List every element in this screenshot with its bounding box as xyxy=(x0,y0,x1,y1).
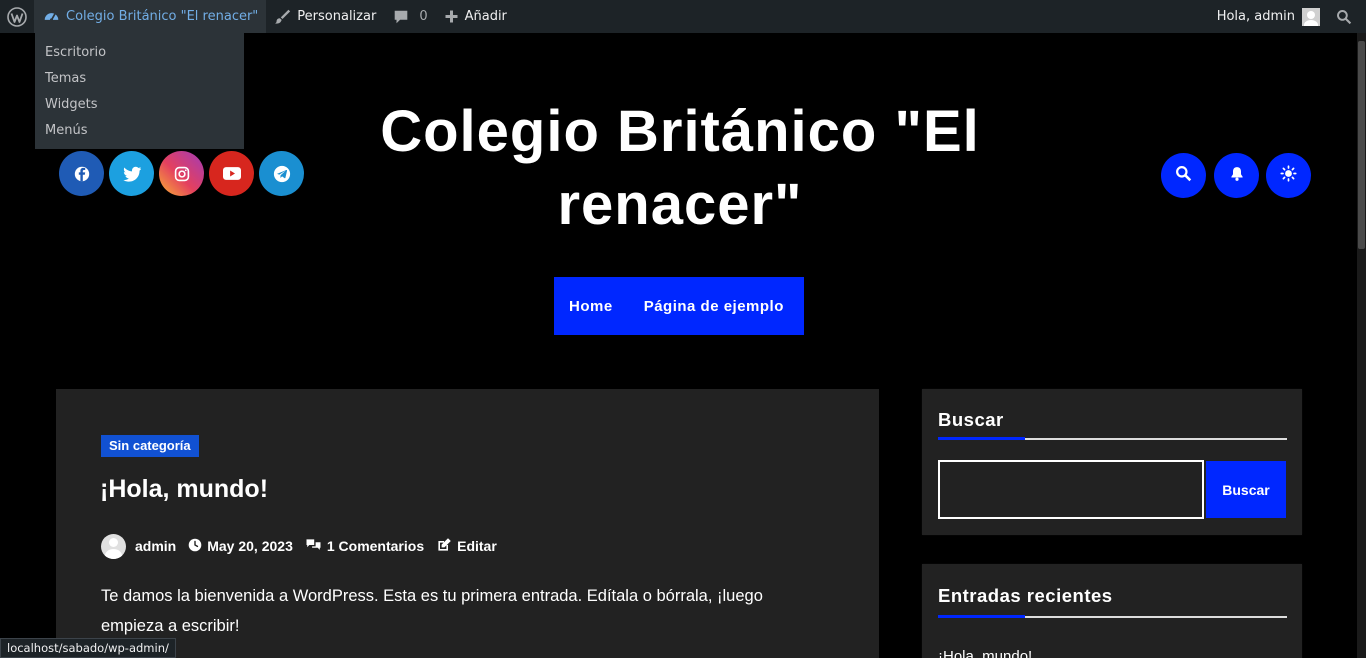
bell-icon xyxy=(1229,165,1245,186)
post-title[interactable]: ¡Hola, mundo! xyxy=(100,475,268,504)
theme-toggle-button[interactable] xyxy=(1266,153,1311,198)
clock-icon xyxy=(188,538,207,555)
telegram-icon xyxy=(273,165,291,183)
search-icon xyxy=(1175,165,1192,186)
telegram-button[interactable] xyxy=(259,151,304,196)
notifications-button[interactable] xyxy=(1214,153,1259,198)
youtube-button[interactable] xyxy=(209,151,254,196)
menu-item-themes[interactable]: Temas xyxy=(35,66,244,92)
add-new-label: Añadir xyxy=(464,9,507,24)
post-date[interactable]: May 20, 2023 xyxy=(188,538,293,555)
wordpress-logo-icon[interactable] xyxy=(0,0,34,33)
search-widget-title: Buscar xyxy=(938,409,1004,430)
dashboard-icon xyxy=(43,8,60,25)
facebook-button[interactable] xyxy=(59,151,104,196)
page-scrollbar[interactable] xyxy=(1357,33,1366,658)
customize-link[interactable]: Personalizar xyxy=(266,0,384,33)
edit-icon xyxy=(436,537,457,556)
youtube-icon xyxy=(222,167,241,180)
site-title[interactable]: Colegio Británico "El renacer" xyxy=(330,95,1030,241)
post-date-label: May 20, 2023 xyxy=(207,538,293,554)
search-icon xyxy=(1336,9,1352,25)
status-url-bar: localhost/sabado/wp-admin/ xyxy=(0,638,176,658)
avatar xyxy=(1302,7,1320,26)
author-avatar[interactable] xyxy=(101,533,126,559)
admin-search-button[interactable] xyxy=(1330,0,1366,33)
search-button[interactable]: Buscar xyxy=(1206,461,1286,518)
nav-item-home[interactable]: Home xyxy=(569,298,613,315)
comments-count: 0 xyxy=(419,9,428,24)
widget-title-divider xyxy=(938,437,1287,440)
sun-icon xyxy=(1280,165,1297,186)
instagram-button[interactable] xyxy=(159,151,204,196)
add-new-link[interactable]: Añadir xyxy=(436,0,515,33)
post-card: Sin categoría ¡Hola, mundo! admin May 20… xyxy=(56,389,879,658)
search-widget: Buscar Buscar xyxy=(922,389,1302,535)
main-navigation: Home Página de ejemplo xyxy=(554,277,804,335)
menu-item-widgets[interactable]: Widgets xyxy=(35,92,244,118)
comments-link[interactable]: 1 Comentarios xyxy=(305,538,424,555)
my-account-menu[interactable]: Hola, admin xyxy=(1209,0,1330,33)
post-meta: admin May 20, 2023 1 Comentarios Editar xyxy=(101,533,497,559)
plus-icon xyxy=(444,9,459,24)
comments-link[interactable]: 0 xyxy=(384,0,435,33)
comments-icon xyxy=(305,538,327,555)
site-name-menu[interactable]: Colegio Británico "El renacer" xyxy=(34,0,267,33)
scrollbar-thumb[interactable] xyxy=(1358,41,1365,249)
author-link[interactable]: admin xyxy=(135,538,176,554)
menu-item-dashboard[interactable]: Escritorio xyxy=(35,40,244,66)
admin-bar: Colegio Británico "El renacer" Personali… xyxy=(0,0,1366,33)
edit-label: Editar xyxy=(457,538,497,554)
nav-item-sample-page[interactable]: Página de ejemplo xyxy=(644,298,784,315)
brush-icon xyxy=(274,8,291,25)
widget-title-divider xyxy=(938,615,1287,618)
recent-posts-title: Entradas recientes xyxy=(938,585,1113,606)
admin-bar-right: Hola, admin xyxy=(1209,0,1366,33)
header-search-button[interactable] xyxy=(1161,153,1206,198)
post-excerpt: Te damos la bienvenida a WordPress. Esta… xyxy=(101,587,763,635)
search-input[interactable] xyxy=(938,460,1204,519)
customize-label: Personalizar xyxy=(297,9,377,24)
recent-post-link[interactable]: ¡Hola, mundo! xyxy=(938,648,1032,658)
comments-label: 1 Comentarios xyxy=(326,538,425,554)
facebook-icon xyxy=(74,166,90,182)
twitter-button[interactable] xyxy=(109,151,154,196)
edit-link[interactable]: Editar xyxy=(436,537,497,556)
category-badge[interactable]: Sin categoría xyxy=(101,435,199,457)
recent-posts-widget: Entradas recientes ¡Hola, mundo! xyxy=(922,564,1302,658)
twitter-icon xyxy=(122,166,141,182)
site-name-dropdown: Escritorio Temas Widgets Menús xyxy=(35,33,244,149)
instagram-icon xyxy=(174,166,190,182)
menu-item-menus[interactable]: Menús xyxy=(35,118,244,144)
comment-icon xyxy=(392,8,410,26)
site-name-label: Colegio Británico "El renacer" xyxy=(66,9,259,24)
greeting-label: Hola, admin xyxy=(1216,9,1295,24)
